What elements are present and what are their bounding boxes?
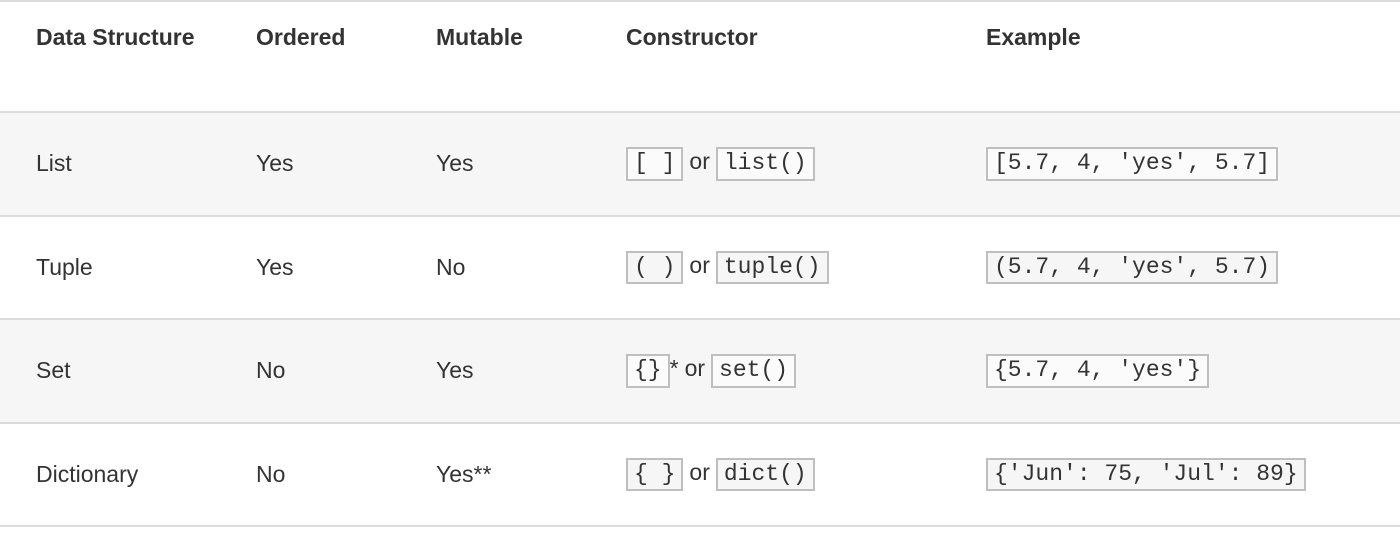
header-ordered: Ordered bbox=[220, 1, 400, 112]
cell-mutable: No bbox=[400, 216, 590, 320]
cell-example: {'Jun': 75, 'Jul': 89} bbox=[950, 423, 1400, 527]
cell-ordered: Yes bbox=[220, 216, 400, 320]
ctor-suffix: * bbox=[670, 355, 679, 381]
cell-example: [5.7, 4, 'yes', 5.7] bbox=[950, 112, 1400, 216]
code-literal: { } bbox=[626, 458, 683, 492]
cell-mutable: Yes bbox=[400, 319, 590, 423]
cell-ordered: No bbox=[220, 319, 400, 423]
code-example: {'Jun': 75, 'Jul': 89} bbox=[986, 458, 1306, 492]
data-structures-table: Data Structure Ordered Mutable Construct… bbox=[0, 0, 1400, 527]
ctor-sep: or bbox=[683, 148, 715, 174]
table-row: Set No Yes {}*orset() {5.7, 4, 'yes'} bbox=[0, 319, 1400, 423]
code-literal: {} bbox=[626, 354, 670, 388]
code-example: (5.7, 4, 'yes', 5.7) bbox=[986, 251, 1278, 285]
ctor-sep: or bbox=[679, 355, 711, 381]
code-func: tuple() bbox=[716, 251, 829, 285]
table-row: Tuple Yes No ( )ortuple() (5.7, 4, 'yes'… bbox=[0, 216, 1400, 320]
table-row: List Yes Yes [ ]orlist() [5.7, 4, 'yes',… bbox=[0, 112, 1400, 216]
cell-constructor: ( )ortuple() bbox=[590, 216, 950, 320]
header-mutable: Mutable bbox=[400, 1, 590, 112]
cell-example: (5.7, 4, 'yes', 5.7) bbox=[950, 216, 1400, 320]
cell-constructor: { }ordict() bbox=[590, 423, 950, 527]
cell-ordered: No bbox=[220, 423, 400, 527]
cell-constructor: [ ]orlist() bbox=[590, 112, 950, 216]
ctor-sep: or bbox=[683, 252, 715, 278]
cell-constructor: {}*orset() bbox=[590, 319, 950, 423]
code-func: list() bbox=[716, 147, 815, 181]
cell-name: Dictionary bbox=[0, 423, 220, 527]
cell-name: Tuple bbox=[0, 216, 220, 320]
ctor-sep: or bbox=[683, 459, 715, 485]
cell-mutable: Yes bbox=[400, 112, 590, 216]
code-func: set() bbox=[711, 354, 796, 388]
header-data-structure: Data Structure bbox=[0, 1, 220, 112]
code-literal: [ ] bbox=[626, 147, 683, 181]
cell-mutable: Yes** bbox=[400, 423, 590, 527]
code-example: [5.7, 4, 'yes', 5.7] bbox=[986, 147, 1278, 181]
code-literal: ( ) bbox=[626, 251, 683, 285]
header-constructor: Constructor bbox=[590, 1, 950, 112]
table-header-row: Data Structure Ordered Mutable Construct… bbox=[0, 1, 1400, 112]
table-row: Dictionary No Yes** { }ordict() {'Jun': … bbox=[0, 423, 1400, 527]
code-example: {5.7, 4, 'yes'} bbox=[986, 354, 1209, 388]
cell-ordered: Yes bbox=[220, 112, 400, 216]
cell-name: Set bbox=[0, 319, 220, 423]
cell-name: List bbox=[0, 112, 220, 216]
header-example: Example bbox=[950, 1, 1400, 112]
cell-example: {5.7, 4, 'yes'} bbox=[950, 319, 1400, 423]
code-func: dict() bbox=[716, 458, 815, 492]
